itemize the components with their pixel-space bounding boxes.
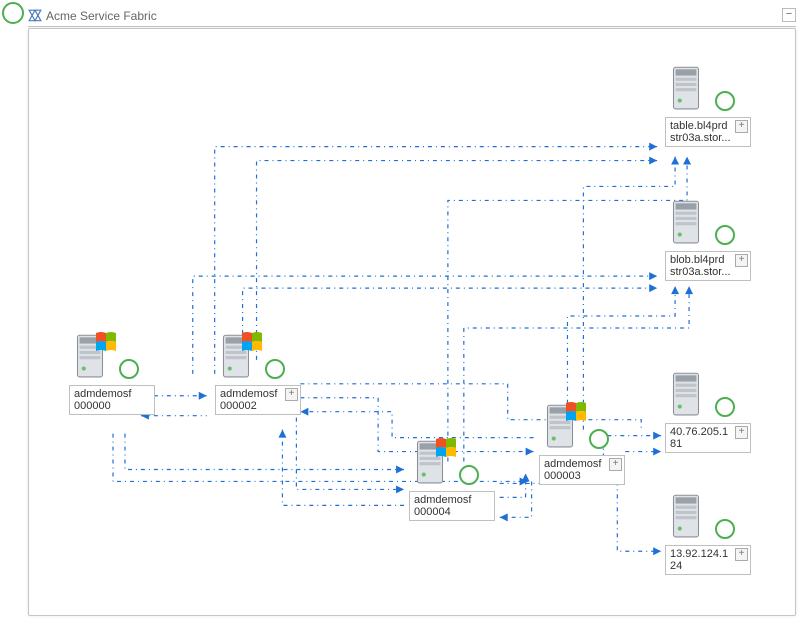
expand-button[interactable]: +	[735, 120, 748, 133]
topology-panel: admdemosf 000000 admdemosf 000002 +	[28, 28, 796, 616]
health-icon	[715, 225, 735, 245]
server-icon	[665, 367, 707, 417]
windows-icon	[565, 401, 587, 423]
node-admdemosf-000004[interactable]: admdemosf 000004	[409, 435, 495, 521]
node-label: table.bl4prd str03a.stor... +	[665, 117, 751, 147]
node-label: blob.bl4prd str03a.stor... +	[665, 251, 751, 281]
node-label: admdemosf 000000	[69, 385, 155, 415]
node-admdemosf-000000[interactable]: admdemosf 000000	[69, 329, 155, 415]
expand-button[interactable]: +	[609, 458, 622, 471]
health-icon	[119, 359, 139, 379]
group-health-icon	[2, 2, 24, 24]
node-table-storage[interactable]: table.bl4prd str03a.stor... +	[665, 61, 751, 147]
node-ip-13-92-124-124[interactable]: 13.92.124.1 24 +	[665, 489, 751, 575]
health-icon	[715, 397, 735, 417]
health-icon	[715, 91, 735, 111]
node-admdemosf-000002[interactable]: admdemosf 000002 +	[215, 329, 301, 415]
health-icon	[589, 429, 609, 449]
service-fabric-icon	[28, 9, 42, 23]
expand-button[interactable]: +	[735, 254, 748, 267]
server-icon	[665, 489, 707, 539]
collapse-button[interactable]: −	[782, 8, 796, 22]
server-icon	[665, 61, 707, 111]
node-label: admdemosf 000004	[409, 491, 495, 521]
node-blob-storage[interactable]: blob.bl4prd str03a.stor... +	[665, 195, 751, 281]
windows-icon	[435, 437, 457, 459]
node-label: admdemosf 000003 +	[539, 455, 625, 485]
title-text: Acme Service Fabric	[46, 9, 157, 23]
expand-button[interactable]: +	[285, 388, 298, 401]
windows-icon	[95, 331, 117, 353]
node-label: admdemosf 000002 +	[215, 385, 301, 415]
node-ip-40-76-205-181[interactable]: 40.76.205.1 81 +	[665, 367, 751, 453]
expand-button[interactable]: +	[735, 548, 748, 561]
node-label: 40.76.205.1 81 +	[665, 423, 751, 453]
health-icon	[459, 465, 479, 485]
health-icon	[715, 519, 735, 539]
health-icon	[265, 359, 285, 379]
title-bar: Acme Service Fabric	[28, 6, 796, 27]
expand-button[interactable]: +	[735, 426, 748, 439]
windows-icon	[241, 331, 263, 353]
server-icon	[665, 195, 707, 245]
node-label: 13.92.124.1 24 +	[665, 545, 751, 575]
node-admdemosf-000003[interactable]: admdemosf 000003 +	[539, 399, 625, 485]
